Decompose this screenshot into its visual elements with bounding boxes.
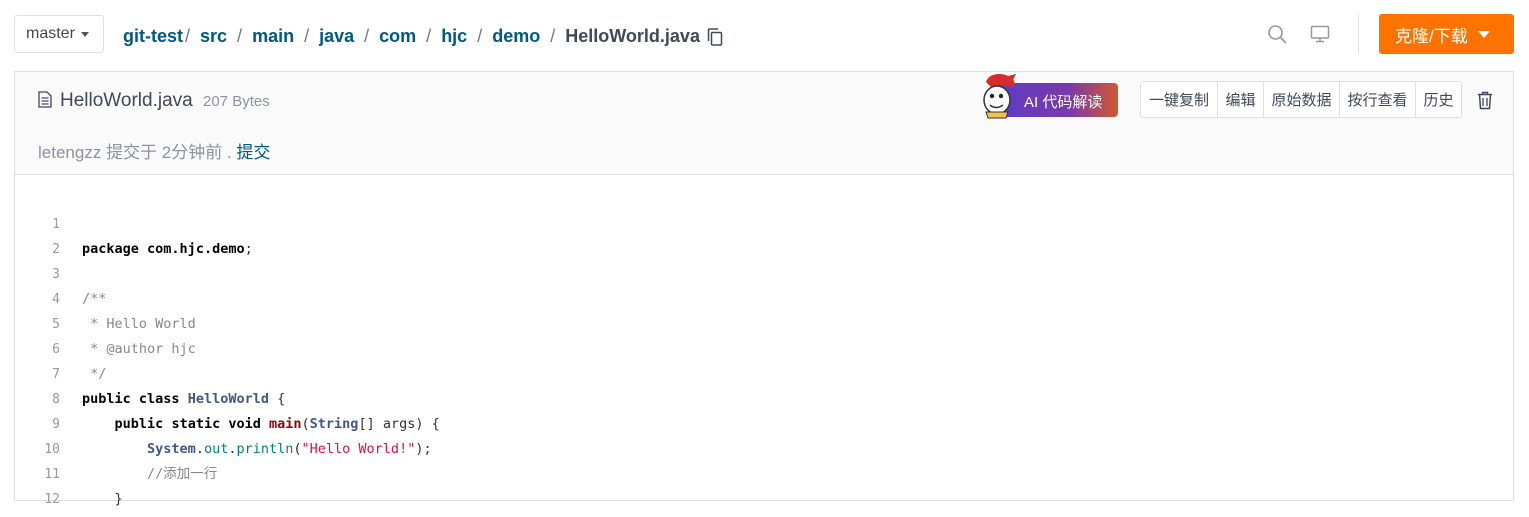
ai-button-label: AI 代码解读: [1024, 94, 1103, 111]
breadcrumb-repo[interactable]: git-test: [123, 26, 183, 47]
commit-separator: .: [227, 143, 232, 162]
history-button[interactable]: 历史: [1416, 82, 1461, 117]
toolbar-divider: [1358, 14, 1359, 54]
breadcrumb-java[interactable]: java: [319, 26, 354, 47]
breadcrumb: git-test / src / main / java / com / hjc…: [123, 22, 723, 50]
file-action-group: 一键复制 编辑 原始数据 按行查看 历史: [1140, 81, 1462, 118]
breadcrumb-separator: /: [550, 25, 556, 46]
raw-button[interactable]: 原始数据: [1264, 82, 1340, 117]
copy-icon[interactable]: [707, 28, 723, 46]
breadcrumb-current-file: HelloWorld.java: [565, 25, 700, 46]
code-line: 9 System.out.println("Hello World!");: [15, 387, 1513, 457]
breadcrumb-separator: /: [185, 25, 191, 46]
edit-button[interactable]: 编辑: [1218, 82, 1264, 117]
blame-button[interactable]: 按行查看: [1340, 82, 1416, 117]
branch-name: master: [26, 25, 75, 42]
code-line: 5 * @author hjc: [15, 287, 1513, 357]
line-number[interactable]: 12: [15, 487, 60, 512]
file-header: HelloWorld.java 207 Bytes letengzz 提交于 2…: [15, 72, 1513, 175]
breadcrumb-separator: /: [364, 25, 370, 46]
code-line: 3 /**: [15, 237, 1513, 307]
code-text: }: [82, 512, 90, 517]
clone-download-label: 克隆/下载: [1395, 26, 1468, 46]
file-size: 207 Bytes: [203, 93, 270, 110]
code-text: }: [82, 491, 123, 507]
code-line: 7 public class HelloWorld {: [15, 337, 1513, 407]
code-line: 6 */: [15, 312, 1513, 382]
branch-selector[interactable]: master: [14, 15, 104, 53]
breadcrumb-src[interactable]: src: [200, 26, 227, 47]
code-line: 2: [15, 212, 1513, 257]
commit-author[interactable]: letengzz: [38, 143, 101, 162]
commit-link[interactable]: 提交: [236, 143, 270, 162]
breadcrumb-main[interactable]: main: [252, 26, 294, 47]
monitor-icon[interactable]: [1310, 24, 1330, 44]
commit-time: 2分钟前: [161, 143, 223, 162]
mascot-icon: [983, 74, 1016, 119]
code-line: 8 public static void main(String[] args)…: [15, 362, 1513, 432]
caret-down-icon: [80, 31, 89, 37]
code-line: 10 //添加一行: [15, 412, 1513, 482]
ai-code-explain-button[interactable]: AI 代码解读: [978, 72, 1118, 120]
breadcrumb-demo[interactable]: demo: [492, 26, 540, 47]
file-name: HelloWorld.java: [60, 90, 193, 111]
copy-all-button[interactable]: 一键复制: [1141, 82, 1218, 117]
breadcrumb-separator: /: [237, 25, 243, 46]
breadcrumb-separator: /: [426, 25, 432, 46]
code-line: 4 * Hello World: [15, 262, 1513, 332]
breadcrumb-separator: /: [304, 25, 310, 46]
code-line: 12 }: [15, 462, 1513, 517]
code-block: 1 package com.hjc.demo; 2 3 /** 4 * Hell…: [15, 187, 1513, 517]
file-viewer: HelloWorld.java 207 Bytes letengzz 提交于 2…: [14, 71, 1514, 517]
file-text-icon: [38, 91, 52, 108]
breadcrumb-hjc[interactable]: hjc: [441, 26, 467, 47]
caret-down-icon: [1477, 30, 1490, 38]
trash-icon[interactable]: [1477, 91, 1493, 110]
breadcrumb-com[interactable]: com: [379, 26, 416, 47]
breadcrumb-separator: /: [477, 25, 483, 46]
search-icon[interactable]: [1267, 24, 1287, 44]
commit-text: 提交于: [106, 143, 158, 162]
code-line: 11 }: [15, 437, 1513, 507]
code-line: 1 package com.hjc.demo;: [15, 187, 1513, 257]
top-bar: master git-test / src / main / java / co…: [0, 0, 1529, 70]
commit-info: letengzz 提交于 2分钟前 . 提交: [38, 138, 270, 163]
clone-download-button[interactable]: 克隆/下载: [1379, 14, 1514, 54]
